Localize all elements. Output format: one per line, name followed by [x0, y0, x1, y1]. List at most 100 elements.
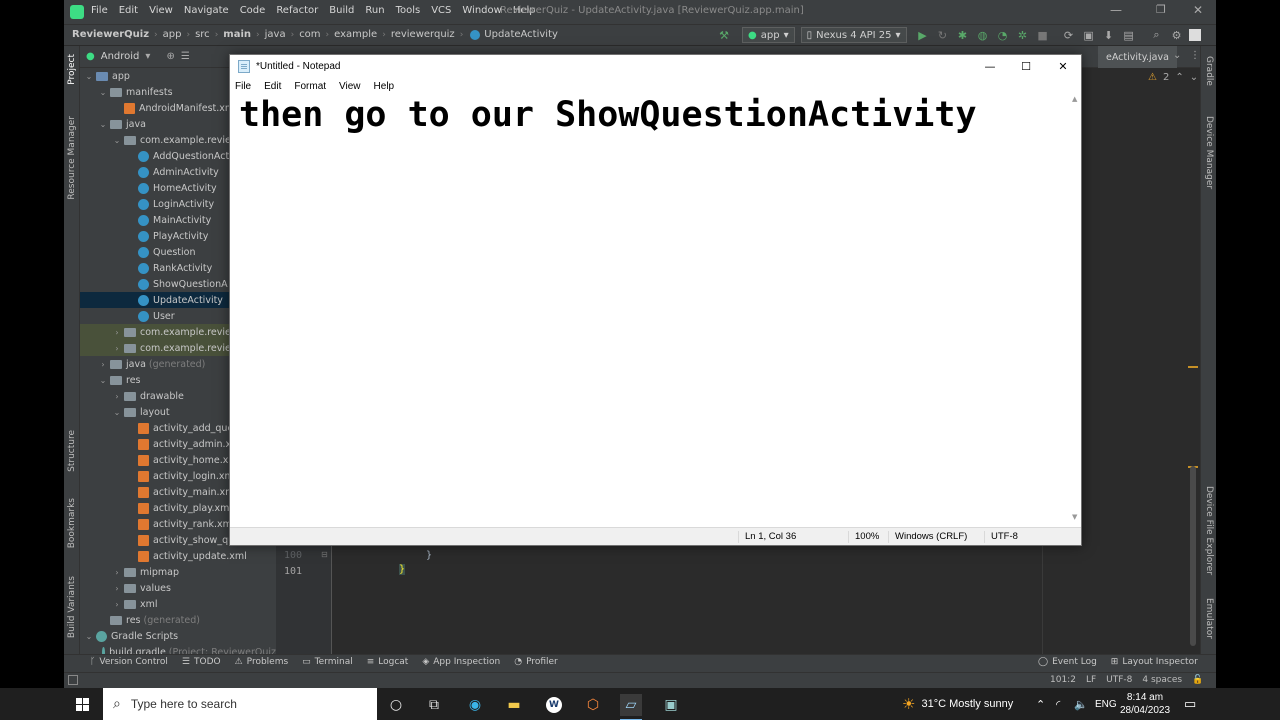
- tab-build-variants[interactable]: Build Variants: [67, 576, 77, 638]
- hammer-icon[interactable]: ⚒: [716, 27, 732, 43]
- windows-start-icon[interactable]: [76, 698, 89, 711]
- account-icon[interactable]: [1188, 29, 1201, 41]
- fold-icon[interactable]: ⊟: [321, 550, 328, 559]
- tab-project[interactable]: Project: [67, 54, 77, 85]
- language-indicator[interactable]: ENG: [1095, 688, 1117, 720]
- tree-item[interactable]: ⌄ Gradle Scripts: [80, 628, 276, 644]
- chevron-down-icon[interactable]: ⌄: [98, 120, 108, 129]
- chevron-down-icon[interactable]: ⌄: [98, 376, 108, 385]
- run-config-combo[interactable]: ● app ▾: [742, 27, 795, 43]
- line-separator[interactable]: LF: [1086, 675, 1096, 685]
- tree-item[interactable]: build.gradle (Project: ReviewerQuiz: [80, 644, 276, 654]
- edge-icon[interactable]: ◉: [464, 694, 486, 716]
- tab-emulator[interactable]: Emulator: [1204, 598, 1214, 639]
- close-icon[interactable]: ✕: [1193, 3, 1203, 17]
- notifications-icon[interactable]: ▭: [1184, 688, 1196, 720]
- clock[interactable]: 8:14 am 28/04/2023: [1120, 688, 1170, 720]
- search-icon[interactable]: ⌕: [1149, 27, 1165, 43]
- rerun-icon[interactable]: ↻: [935, 27, 951, 43]
- breadcrumb-item[interactable]: src: [195, 29, 210, 40]
- menu-vcs[interactable]: VCS: [431, 5, 451, 16]
- run-icon[interactable]: ▶: [915, 27, 931, 43]
- breadcrumb-item[interactable]: reviewerquiz: [391, 29, 455, 40]
- profile-icon[interactable]: ◔: [995, 27, 1011, 43]
- tab-resource-manager[interactable]: Resource Manager: [67, 116, 77, 200]
- tabs-overflow-chevron-icon[interactable]: ⌄: [1173, 50, 1181, 61]
- notepad-scrollbar[interactable]: ▲ ▼: [1071, 95, 1081, 525]
- menu-window[interactable]: Window: [462, 5, 501, 16]
- chevron-right-icon[interactable]: ›: [98, 360, 108, 369]
- menu-edit[interactable]: Edit: [264, 81, 281, 92]
- file-explorer-icon[interactable]: ▬: [503, 694, 525, 716]
- chevron-down-icon[interactable]: ⌄: [112, 408, 122, 417]
- minimize-icon[interactable]: —: [972, 55, 1008, 77]
- notepad-taskbar-icon[interactable]: ▱: [620, 694, 642, 720]
- editor-scrollbar[interactable]: [1190, 466, 1196, 646]
- maximize-icon[interactable]: ☐: [1008, 55, 1044, 77]
- taskbar-search-input[interactable]: ⌕ Type here to search: [103, 688, 377, 720]
- tab-structure[interactable]: Structure: [67, 430, 77, 472]
- menu-view[interactable]: View: [149, 5, 173, 16]
- breadcrumb-item[interactable]: com: [299, 29, 320, 40]
- chevron-down-icon[interactable]: ⌄: [98, 88, 108, 97]
- menu-file[interactable]: File: [235, 81, 251, 92]
- sdk-manager-icon[interactable]: ⬇: [1101, 27, 1117, 43]
- tree-item[interactable]: activity_update.xml: [80, 548, 276, 564]
- tool-problems[interactable]: ⚠ Problems: [235, 657, 289, 667]
- menu-format[interactable]: Format: [294, 81, 326, 92]
- more-options-icon[interactable]: ⋮: [1190, 50, 1200, 61]
- chevron-down-icon[interactable]: ⌄: [84, 72, 94, 81]
- nox-player-icon[interactable]: ⬡: [582, 694, 604, 716]
- chevron-right-icon[interactable]: ›: [112, 584, 122, 593]
- code-line[interactable]: }: [399, 564, 406, 575]
- coverage-icon[interactable]: ◍: [975, 27, 991, 43]
- indent-setting[interactable]: 4 spaces: [1142, 675, 1182, 685]
- chevron-down-icon[interactable]: ▾: [145, 51, 150, 62]
- tool-app-inspection[interactable]: ◈ App Inspection: [422, 657, 500, 667]
- volume-icon[interactable]: 🔈: [1074, 688, 1088, 720]
- breadcrumb-item[interactable]: example: [334, 29, 377, 40]
- tool-layout-inspector[interactable]: ⊞ Layout Inspector: [1111, 657, 1198, 667]
- gear-icon[interactable]: ⚙: [1169, 27, 1185, 43]
- task-view-icon[interactable]: ⧉: [423, 694, 445, 716]
- tool-version-control[interactable]: ᚴ Version Control: [90, 657, 168, 667]
- word-app-icon[interactable]: W: [543, 694, 565, 716]
- menu-code[interactable]: Code: [240, 5, 266, 16]
- code-line[interactable]: }: [426, 550, 432, 561]
- tab-device-file-explorer[interactable]: Device File Explorer: [1204, 486, 1214, 575]
- tree-item[interactable]: › values: [80, 580, 276, 596]
- chevron-down-icon[interactable]: ⌄: [1190, 72, 1198, 83]
- menu-file[interactable]: File: [91, 5, 108, 16]
- gradle-sync-icon[interactable]: ⟳: [1061, 27, 1077, 43]
- notepad-text-area[interactable]: then go to our ShowQuestionActivity: [239, 95, 977, 135]
- scroll-up-icon[interactable]: ▲: [1072, 95, 1077, 103]
- breadcrumb-item[interactable]: java: [265, 29, 286, 40]
- tool-logcat[interactable]: ≡ Logcat: [367, 657, 409, 667]
- breadcrumb-item[interactable]: main: [223, 29, 251, 40]
- debug-icon[interactable]: ✱: [955, 27, 971, 43]
- menu-navigate[interactable]: Navigate: [184, 5, 229, 16]
- tree-item[interactable]: res (generated): [80, 612, 276, 628]
- chevron-right-icon[interactable]: ›: [112, 344, 122, 353]
- scroll-down-icon[interactable]: ▼: [1072, 513, 1077, 521]
- tool-event-log[interactable]: ◯ Event Log: [1038, 657, 1097, 667]
- project-view-selector[interactable]: Android: [101, 51, 140, 62]
- avd-manager-icon[interactable]: ▣: [1081, 27, 1097, 43]
- breadcrumb-item[interactable]: app: [163, 29, 182, 40]
- tool-profiler[interactable]: ◔ Profiler: [514, 657, 558, 667]
- caret-position[interactable]: 101:2: [1050, 675, 1076, 685]
- close-icon[interactable]: ✕: [1045, 55, 1081, 77]
- device-combo[interactable]: ▯ Nexus 4 API 25 ▾: [800, 27, 907, 43]
- emulator-taskbar-icon[interactable]: ▣: [660, 694, 682, 716]
- chevron-down-icon[interactable]: ⌄: [112, 136, 122, 145]
- restore-icon[interactable]: ❐: [1156, 3, 1166, 16]
- chevron-right-icon[interactable]: ›: [112, 568, 122, 577]
- tab-device-manager[interactable]: Device Manager: [1204, 116, 1214, 189]
- editor-tab-update-activity[interactable]: eActivity.java: [1098, 46, 1177, 68]
- device-mirror-icon[interactable]: ▤: [1121, 27, 1137, 43]
- file-encoding[interactable]: UTF-8: [1106, 675, 1132, 685]
- tab-bookmarks[interactable]: Bookmarks: [67, 498, 77, 548]
- minimize-icon[interactable]: —: [1110, 3, 1122, 17]
- menu-refactor[interactable]: Refactor: [276, 5, 318, 16]
- tree-item[interactable]: › mipmap: [80, 564, 276, 580]
